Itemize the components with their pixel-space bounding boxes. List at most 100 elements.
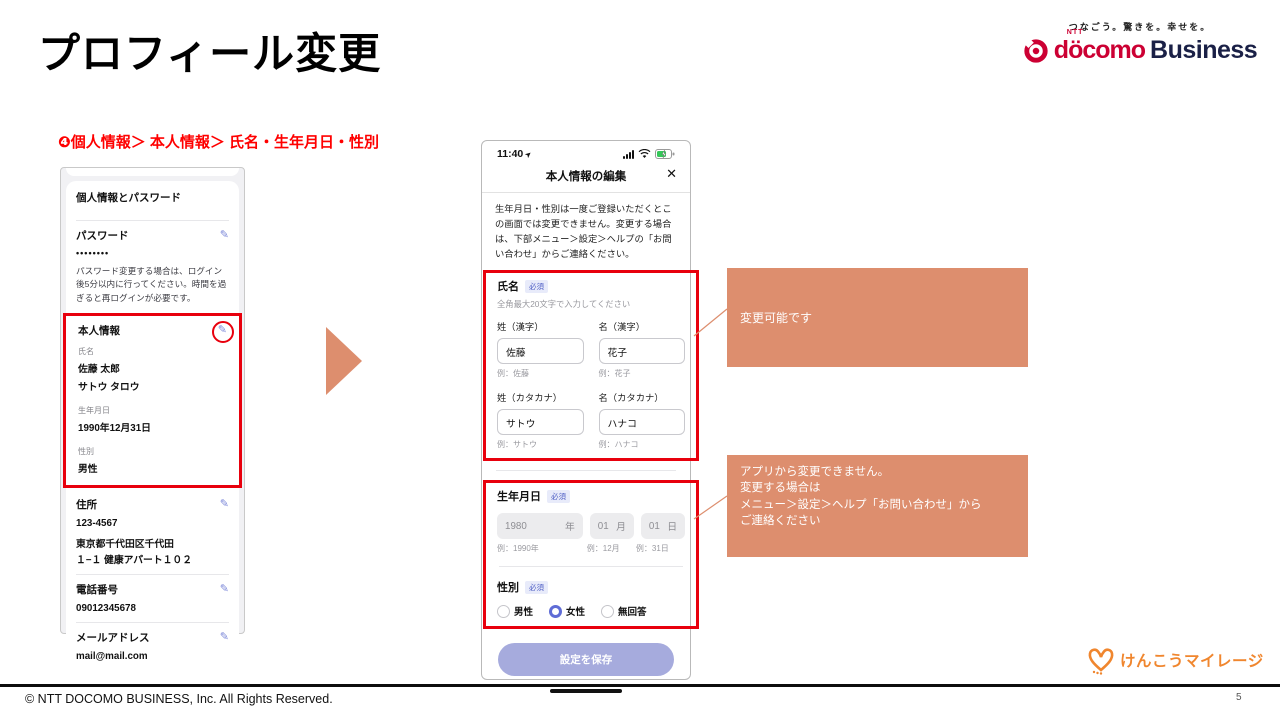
callout-line: メニュー＞設定＞ヘルプ「お問い合わせ」から	[740, 497, 1020, 513]
address-line2: １−１ 健康アパート１０２	[76, 552, 229, 566]
callout-text: 変更可能です	[740, 309, 812, 326]
mei-kana-label: 名（カタカナ）	[599, 390, 686, 404]
profile-card: 個人情報とパスワード パスワード ✎ •••••••• パスワード変更する場合は…	[66, 181, 239, 670]
birth-month-example: 例：12月	[587, 543, 636, 554]
required-badge: 必須	[525, 280, 548, 293]
address-label: 住所	[76, 497, 97, 512]
required-badge: 必須	[547, 490, 570, 503]
radio-circle-icon[interactable]	[601, 605, 614, 618]
callout-changeable: 変更可能です	[727, 268, 1028, 367]
radio-label: 無回答	[618, 604, 647, 618]
radio-circle-selected-icon[interactable]	[549, 605, 562, 618]
status-bar: 11:40➤	[482, 141, 690, 162]
red-highlight-circle	[212, 321, 234, 343]
callout-line: アプリから変更できません。	[740, 464, 1020, 480]
mei-kanji-input[interactable]: 花子	[599, 338, 686, 364]
phone-number-row: 電話番号 ✎	[76, 575, 229, 597]
ntt-label: NTT	[1067, 29, 1084, 36]
modal-title: 本人情報の編集	[546, 171, 627, 183]
name-section-annotation-box: 氏名 必須 全角最大20文字で入力してください 姓（漢字） 佐藤 例：佐藤 名（…	[483, 270, 699, 461]
birth-gender-annotation-box: 生年月日 必須 1980 年 01 月 01 日 例：1990年 例	[483, 480, 699, 629]
wifi-icon	[638, 149, 651, 159]
heart-icon	[1086, 644, 1116, 676]
mei-kanji-label: 名（漢字）	[599, 319, 686, 333]
password-label: パスワード	[76, 228, 129, 243]
phone-number-value: 09012345678	[76, 603, 229, 614]
edit-pencil-icon[interactable]: ✎	[220, 499, 229, 510]
callout-line: ご連絡ください	[740, 513, 1020, 529]
edit-pencil-icon[interactable]: ✎	[220, 584, 229, 595]
personal-info-annotation-box: 本人情報 ✎ 氏名 佐藤 太郎 サトウ タロウ 生年月日 1990年12月31日…	[63, 313, 242, 488]
sei-kana-example: 例：サトウ	[497, 439, 584, 450]
postal-code-value: 123-4567	[76, 518, 229, 529]
kenko-logo-text: けんこうマイレージ	[1120, 649, 1264, 671]
docomo-mark-icon	[1023, 38, 1049, 64]
modal-header: 本人情報の編集 ✕	[482, 162, 690, 193]
business-wordmark: Business	[1150, 36, 1257, 65]
gender-section-title: 性別	[497, 579, 519, 595]
radio-option-noanswer[interactable]: 無回答	[601, 604, 647, 618]
phone-number-label: 電話番号	[76, 582, 118, 597]
radio-label: 女性	[566, 604, 585, 618]
transition-arrow	[326, 327, 362, 395]
birth-day-value: 01	[649, 521, 660, 532]
radio-option-female[interactable]: 女性	[549, 604, 585, 618]
gender-value: 男性	[78, 461, 227, 475]
birthdate-value: 1990年12月31日	[78, 420, 227, 434]
email-value: mail@mail.com	[76, 651, 229, 662]
page-title: プロフィール変更	[38, 20, 381, 81]
required-badge: 必須	[525, 581, 548, 594]
email-label: メールアドレス	[76, 630, 150, 645]
password-note: パスワード変更する場合は、ログイン後5分以内に行ってください。時間を過ぎると再ロ…	[76, 265, 229, 305]
personal-info-row: 本人情報 ✎	[78, 318, 227, 338]
docomo-wordmark: döcomo	[1054, 36, 1145, 64]
card-header: 個人情報とパスワード	[76, 190, 229, 212]
mei-kanji-example: 例：花子	[599, 368, 686, 379]
status-time: 11:40➤	[497, 148, 532, 160]
address-row: 住所 ✎	[76, 488, 229, 512]
birth-year-example: 例：1990年	[497, 543, 587, 554]
birth-year-unit: 年	[565, 519, 575, 533]
name-section-title: 氏名	[497, 278, 519, 294]
callout-not-changeable: アプリから変更できません。 変更する場合は メニュー＞設定＞ヘルプ「お問い合わせ…	[727, 455, 1028, 557]
email-row: メールアドレス ✎	[76, 623, 229, 645]
kenko-mileage-logo: けんこうマイレージ	[1086, 644, 1264, 676]
gender-label: 性別	[78, 446, 227, 457]
birth-day-example: 例：31日	[636, 543, 685, 554]
partial-card	[66, 168, 239, 176]
left-phone-screenshot: 個人情報とパスワード パスワード ✎ •••••••• パスワード変更する場合は…	[60, 167, 245, 634]
name-label: 氏名	[78, 346, 227, 357]
home-indicator	[550, 689, 622, 693]
intro-text: 生年月日・性別は一度ご登録いただくとこの画面では変更できません。変更する場合は、…	[482, 193, 690, 268]
name-kanji-value: 佐藤 太郎	[78, 361, 227, 375]
brand-tagline: つなごう。驚きを。幸せを。	[1015, 20, 1265, 33]
edit-pencil-icon[interactable]: ✎	[220, 632, 229, 643]
personal-info-label: 本人情報	[78, 323, 120, 338]
callout-line: 変更する場合は	[740, 480, 1020, 496]
page-number: 5	[1236, 692, 1242, 703]
right-phone-screenshot: 11:40➤ 本人情報の編集 ✕	[481, 140, 691, 680]
birth-month-input[interactable]: 01 月	[590, 513, 634, 539]
divider	[496, 470, 676, 471]
sei-kana-label: 姓（カタカナ）	[497, 390, 584, 404]
birth-day-input[interactable]: 01 日	[641, 513, 685, 539]
edit-pencil-icon[interactable]: ✎	[220, 230, 229, 241]
footer-divider-line	[0, 684, 1280, 687]
close-icon[interactable]: ✕	[666, 166, 677, 182]
mei-kana-input[interactable]: ハナコ	[599, 409, 686, 435]
birth-year-value: 1980	[505, 521, 527, 532]
save-settings-button[interactable]: 設定を保存	[498, 643, 674, 676]
radio-circle-icon[interactable]	[497, 605, 510, 618]
birth-month-value: 01	[598, 521, 609, 532]
name-kana-value: サトウ タロウ	[78, 379, 227, 393]
birth-month-unit: 月	[616, 519, 626, 533]
copyright-text: © NTT DOCOMO BUSINESS, Inc. All Rights R…	[25, 692, 333, 706]
sei-kana-input[interactable]: サトウ	[497, 409, 584, 435]
birth-year-input[interactable]: 1980 年	[497, 513, 583, 539]
sei-kanji-input[interactable]: 佐藤	[497, 338, 584, 364]
birth-day-unit: 日	[667, 519, 677, 533]
mei-kana-example: 例：ハナコ	[599, 439, 686, 450]
radio-option-male[interactable]: 男性	[497, 604, 533, 618]
location-arrow-icon: ➤	[523, 149, 534, 160]
name-section-hint: 全角最大20文字で入力してください	[497, 298, 685, 310]
